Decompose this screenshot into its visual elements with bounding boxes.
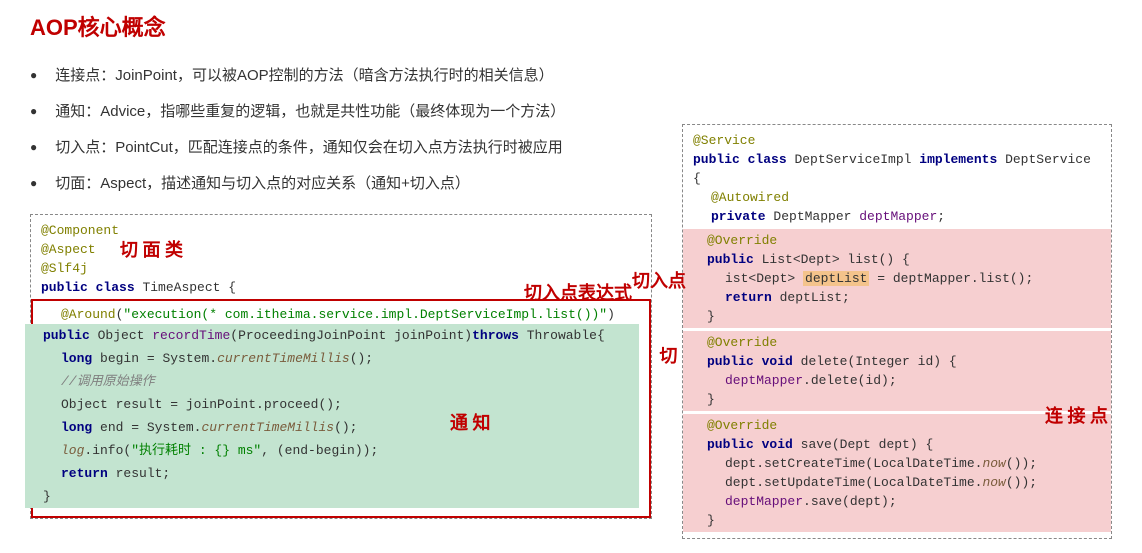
method-sig: public Object recordTime(ProceedingJoinP… <box>25 324 639 347</box>
field: private DeptMapper deptMapper; <box>693 207 1101 226</box>
left-column: @Component @Aspect @Slf4j public class T… <box>30 214 652 519</box>
code-line: log.info("执行耗时 : {} ms", (end-begin)); <box>25 439 639 462</box>
bullet-item: 连接点：JoinPoint，可以被AOP控制的方法（暗含方法执行时的相关信息） <box>30 64 1112 86</box>
bullet-item: 通知：Advice，指哪些重复的逻辑，也就是共性功能（最终体现为一个方法） <box>30 100 1112 122</box>
method-block: @Override public void save(Dept dept) { … <box>683 414 1111 532</box>
code-line: Object result = joinPoint.proceed(); <box>25 393 639 416</box>
annotation-aspect: @Aspect <box>41 242 96 257</box>
method-block: @Override public List<Dept> list() { ist… <box>683 229 1111 328</box>
method-block: @Override public void delete(Integer id)… <box>683 331 1111 411</box>
page-title: AOP核心概念 <box>30 10 1112 42</box>
code-line: return result; <box>25 462 639 485</box>
annotation-slf4j: @Slf4j <box>41 261 88 276</box>
annotation-service: @Service <box>693 133 755 148</box>
columns: @Component @Aspect @Slf4j public class T… <box>30 214 1112 539</box>
right-code-box: @Service public class DeptServiceImpl im… <box>682 124 1112 539</box>
class-sig: public class DeptServiceImpl implements … <box>693 150 1101 188</box>
class-sig: public class TimeAspect { <box>41 278 641 297</box>
code-line: } <box>25 485 639 508</box>
left-code-box: @Component @Aspect @Slf4j public class T… <box>30 214 652 519</box>
code-line: long begin = System.currentTimeMillis(); <box>25 347 639 370</box>
code-comment: //调用原始操作 <box>25 370 639 393</box>
annotation-component: @Component <box>41 223 119 238</box>
around-line: @Around("execution(* com.itheima.service… <box>43 305 639 324</box>
aspect-border: @Around("execution(* com.itheima.service… <box>31 299 651 518</box>
right-column: @Service public class DeptServiceImpl im… <box>682 124 1112 539</box>
code-line: long end = System.currentTimeMillis(); <box>25 416 639 439</box>
